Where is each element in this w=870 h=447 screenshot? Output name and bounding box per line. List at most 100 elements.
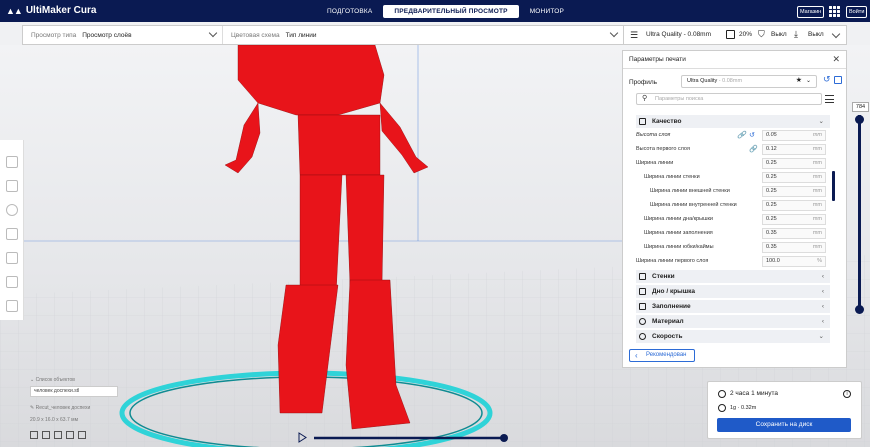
category-top-bottom[interactable]: Дно / крышка ‹	[636, 285, 830, 298]
info-icon[interactable]: i	[843, 390, 851, 398]
profile-value: Ultra Quality	[687, 78, 718, 84]
quality-icon	[639, 118, 646, 125]
apps-grid-icon[interactable]	[829, 6, 840, 17]
marketplace-button[interactable]: Магазин	[797, 6, 825, 18]
left-view-icon[interactable]	[66, 431, 74, 439]
layer-slider[interactable]	[855, 115, 864, 314]
setting-row[interactable]: Ширина линии стенки 0.25 mm	[636, 171, 830, 184]
object-item[interactable]: ✎ Recut_человек доспехи	[30, 405, 90, 411]
profile-subtitle: - 0.08mm	[718, 78, 743, 84]
support-value: Выкл	[771, 31, 787, 38]
object-dimensions: 20.9 x 16.0 x 63.7 мм	[30, 417, 79, 423]
support-icon: ⛉	[758, 29, 765, 39]
close-icon[interactable]: ✕	[832, 54, 840, 65]
ultimaker-logo-icon: ▲▲	[6, 5, 23, 16]
setting-value-input[interactable]: 0.35 mm	[762, 242, 826, 253]
settings-menu-icon[interactable]	[825, 95, 834, 103]
category-walls[interactable]: Стенки ‹	[636, 270, 830, 283]
right-view-icon[interactable]	[78, 431, 86, 439]
app-logo: ▲▲ UltiMaker Cura	[6, 5, 96, 16]
chevron-down-icon	[208, 28, 218, 38]
tab-prepare[interactable]: ПОДГОТОВКА	[316, 5, 383, 18]
tab-preview[interactable]: ПРЕДВАРИТЕЛЬНЫЙ ПРОСМОТР	[383, 5, 519, 18]
3d-view-icon[interactable]	[30, 431, 38, 439]
setting-row[interactable]: Высота первого слоя 🔗 0.12 mm	[636, 143, 830, 156]
save-to-disk-button[interactable]: Сохранить на диск	[717, 418, 851, 432]
paint-tool-icon[interactable]	[6, 300, 18, 312]
layer-number-input[interactable]: 784	[852, 102, 869, 112]
layer-bottom-handle[interactable]	[855, 305, 864, 314]
mirror-tool-icon[interactable]	[6, 228, 18, 240]
chevron-down-icon: ⌄	[818, 333, 824, 340]
link-icon: 🔗	[737, 132, 746, 139]
material-icon	[639, 318, 646, 325]
print-settings-panel: Параметры печати ✕ Профиль Ultra Quality…	[622, 50, 847, 368]
category-quality[interactable]: Качество ⌄	[636, 115, 830, 128]
category-speed[interactable]: Скорость ⌄	[636, 330, 830, 343]
search-placeholder: Параметры поиска	[655, 96, 704, 102]
setting-row[interactable]: Ширина линии заполнения 0.35 mm	[636, 227, 830, 240]
setting-row[interactable]: Ширина линии 0.25 mm	[636, 157, 830, 170]
profile-select[interactable]: Ultra Quality - 0.08mm ★ ⌄	[681, 75, 817, 88]
per-model-settings-icon[interactable]	[6, 252, 18, 264]
recommended-button[interactable]: ‹ Рекомендован	[629, 349, 695, 362]
front-view-icon[interactable]	[42, 431, 50, 439]
setting-row[interactable]: Ширина линии дна/крышки 0.25 mm	[636, 213, 830, 226]
setting-value-input[interactable]: 0.25 mm	[762, 158, 826, 169]
reset-icon[interactable]: ↺	[749, 129, 755, 142]
setting-row[interactable]: Высота слоя 🔗 ↺ 0.05 mm	[636, 129, 830, 142]
settings-scrollbar[interactable]	[832, 171, 835, 201]
clock-icon	[718, 390, 726, 398]
object-filename[interactable]: человек доспехи.stl	[30, 386, 118, 397]
adhesion-value: Выкл	[808, 31, 824, 38]
setting-value-input[interactable]: 100.0%	[762, 256, 826, 267]
walls-icon	[639, 273, 646, 280]
chevron-left-icon: ‹	[821, 318, 824, 325]
setting-value-input[interactable]: 0.35 mm	[762, 228, 826, 239]
setting-row[interactable]: Ширина линии внешней стенки 0.25 mm	[636, 185, 830, 198]
infill-icon	[639, 303, 646, 310]
action-panel: 2 часа 1 минута i 1g · 0.32m Сохранить н…	[707, 381, 862, 439]
top-bar: ▲▲ UltiMaker Cura ПОДГОТОВКА ПРЕДВАРИТЕЛ…	[0, 0, 870, 22]
play-icon	[298, 432, 307, 443]
top-view-icon[interactable]	[54, 431, 62, 439]
layer-top-handle[interactable]	[855, 115, 864, 124]
infill-icon	[726, 30, 735, 39]
move-tool-icon[interactable]	[6, 156, 18, 168]
setting-row[interactable]: Ширина линии внутренней стенки 0.25 mm	[636, 199, 830, 212]
setting-row[interactable]: Ширина линии первого слоя 100.0%	[636, 255, 830, 268]
infill-value: 20%	[739, 31, 753, 38]
signin-button[interactable]: Войти	[846, 6, 868, 18]
save-profile-icon[interactable]	[834, 76, 842, 84]
support-blocker-icon[interactable]	[6, 276, 18, 288]
view-type-label: Просмотр типа	[31, 31, 77, 39]
setting-value-input[interactable]: 0.25 mm	[762, 186, 826, 197]
tab-monitor[interactable]: МОНИТОР	[519, 5, 575, 18]
link-icon: 🔗	[749, 146, 758, 153]
setting-value-input[interactable]: 0.25 mm	[762, 200, 826, 211]
setting-value-input[interactable]: 0.05 mm	[762, 130, 826, 141]
reset-icon[interactable]: ↺	[823, 74, 831, 85]
left-toolbar	[0, 140, 24, 320]
color-scheme-label: Цветовая схема	[231, 31, 280, 39]
setting-value-input[interactable]: 0.25 mm	[762, 214, 826, 225]
chevron-down-icon: ⌄	[818, 118, 824, 125]
category-material[interactable]: Материал ‹	[636, 315, 830, 328]
scale-tool-icon[interactable]	[6, 180, 18, 192]
print-time: 2 часа 1 минута	[730, 390, 778, 397]
rotate-tool-icon[interactable]	[6, 204, 18, 216]
stage-tabs: ПОДГОТОВКА ПРЕДВАРИТЕЛЬНЫЙ ПРОСМОТР МОНИ…	[316, 5, 575, 18]
color-scheme-select[interactable]: Цветовая схема Тип линии	[223, 26, 623, 44]
star-icon[interactable]: ★	[796, 75, 802, 86]
chevron-left-icon: ‹	[635, 351, 638, 360]
adhesion-icon: ⤓	[794, 29, 798, 39]
material-spool-icon	[718, 404, 726, 412]
print-settings-bar[interactable]: ☰ Ultra Quality - 0.08mm 20% ⛉ Выкл ⤓ Вы…	[623, 25, 847, 45]
setting-value-input[interactable]: 0.12 mm	[762, 144, 826, 155]
view-type-select[interactable]: Просмотр типа Просмотр слоёв	[23, 26, 223, 44]
settings-search-input[interactable]: ⚲ Параметры поиска	[636, 93, 822, 105]
object-list-header[interactable]: ⌄ Список объектов	[30, 377, 75, 383]
category-infill[interactable]: Заполнение ‹	[636, 300, 830, 313]
setting-value-input[interactable]: 0.25 mm	[762, 172, 826, 183]
setting-row[interactable]: Ширина линии юбки/каймы 0.35 mm	[636, 241, 830, 254]
